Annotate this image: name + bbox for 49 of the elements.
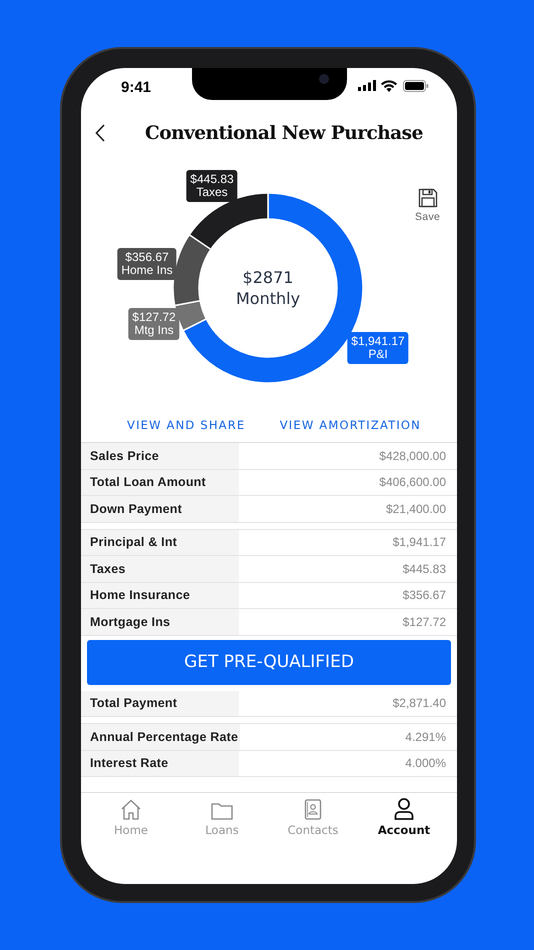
slice-amount: $1,941.17	[351, 335, 405, 348]
field-label: Principal & Int	[81, 530, 239, 555]
status-time: 9:41	[121, 79, 152, 96]
wifi-icon	[381, 80, 397, 92]
contact-book-icon	[304, 799, 322, 820]
field-value: $127.72	[402, 614, 447, 631]
pre-qualify-button[interactable]: GET PRE-QUALIFIED	[87, 640, 451, 684]
person-icon	[394, 798, 414, 820]
field-value: 4.291%	[404, 728, 447, 746]
field-label: Total Loan Amount	[81, 470, 239, 495]
field-value: $445.83	[402, 560, 447, 578]
house-icon	[120, 799, 142, 820]
monthly-caption: Monthly	[236, 288, 300, 309]
field-label: Taxes	[81, 556, 239, 582]
slice-name: P&I	[368, 348, 388, 361]
tab-bar-item[interactable]: Account	[369, 797, 439, 837]
field-value: $406,600.00	[378, 474, 447, 492]
tab-bar-item[interactable]: Contacts	[278, 797, 348, 837]
field-label: Mortgage Ins	[81, 609, 239, 634]
field-label: Down Payment	[81, 496, 239, 522]
slice-amount: $127.72	[132, 311, 176, 324]
tab-bar-item[interactable]: Loans	[187, 797, 257, 837]
folder-icon	[211, 802, 233, 820]
page-title: Conventional New Purchase	[145, 122, 423, 144]
field-value: $1,941.17	[392, 534, 447, 552]
slice-amount: $445.83	[190, 173, 234, 186]
slice-amount: $356.67	[125, 251, 169, 264]
monthly-total: $2871	[242, 267, 294, 288]
back-chevron-icon	[95, 124, 105, 142]
battery-icon	[403, 80, 429, 92]
slice-name: Home Ins	[121, 264, 173, 277]
field-label: Sales Price	[81, 443, 239, 468]
slice-name: Taxes	[196, 186, 228, 199]
field-value: $356.67	[402, 587, 447, 604]
tab-bar-item[interactable]: Home	[96, 797, 166, 837]
camera-icon	[319, 74, 329, 84]
field-value: $428,000.00	[378, 448, 447, 465]
slice-name: Mtg Ins	[134, 324, 174, 337]
save-button[interactable]: Save	[415, 188, 440, 223]
field-label: Total Payment	[81, 690, 239, 716]
signal-icon	[358, 80, 376, 91]
field-label: Annual Percentage Rate	[81, 724, 240, 750]
text-link[interactable]: VIEW AND SHARE	[127, 418, 246, 434]
field-label: Home Insurance	[81, 582, 239, 608]
text-link[interactable]: VIEW AMORTIZATION	[280, 418, 421, 434]
field-value: $2,871.40	[392, 695, 447, 712]
field-value: $21,400.00	[384, 500, 447, 518]
field-label: Interest Rate	[81, 750, 239, 776]
field-value: 4.000%	[404, 755, 447, 772]
